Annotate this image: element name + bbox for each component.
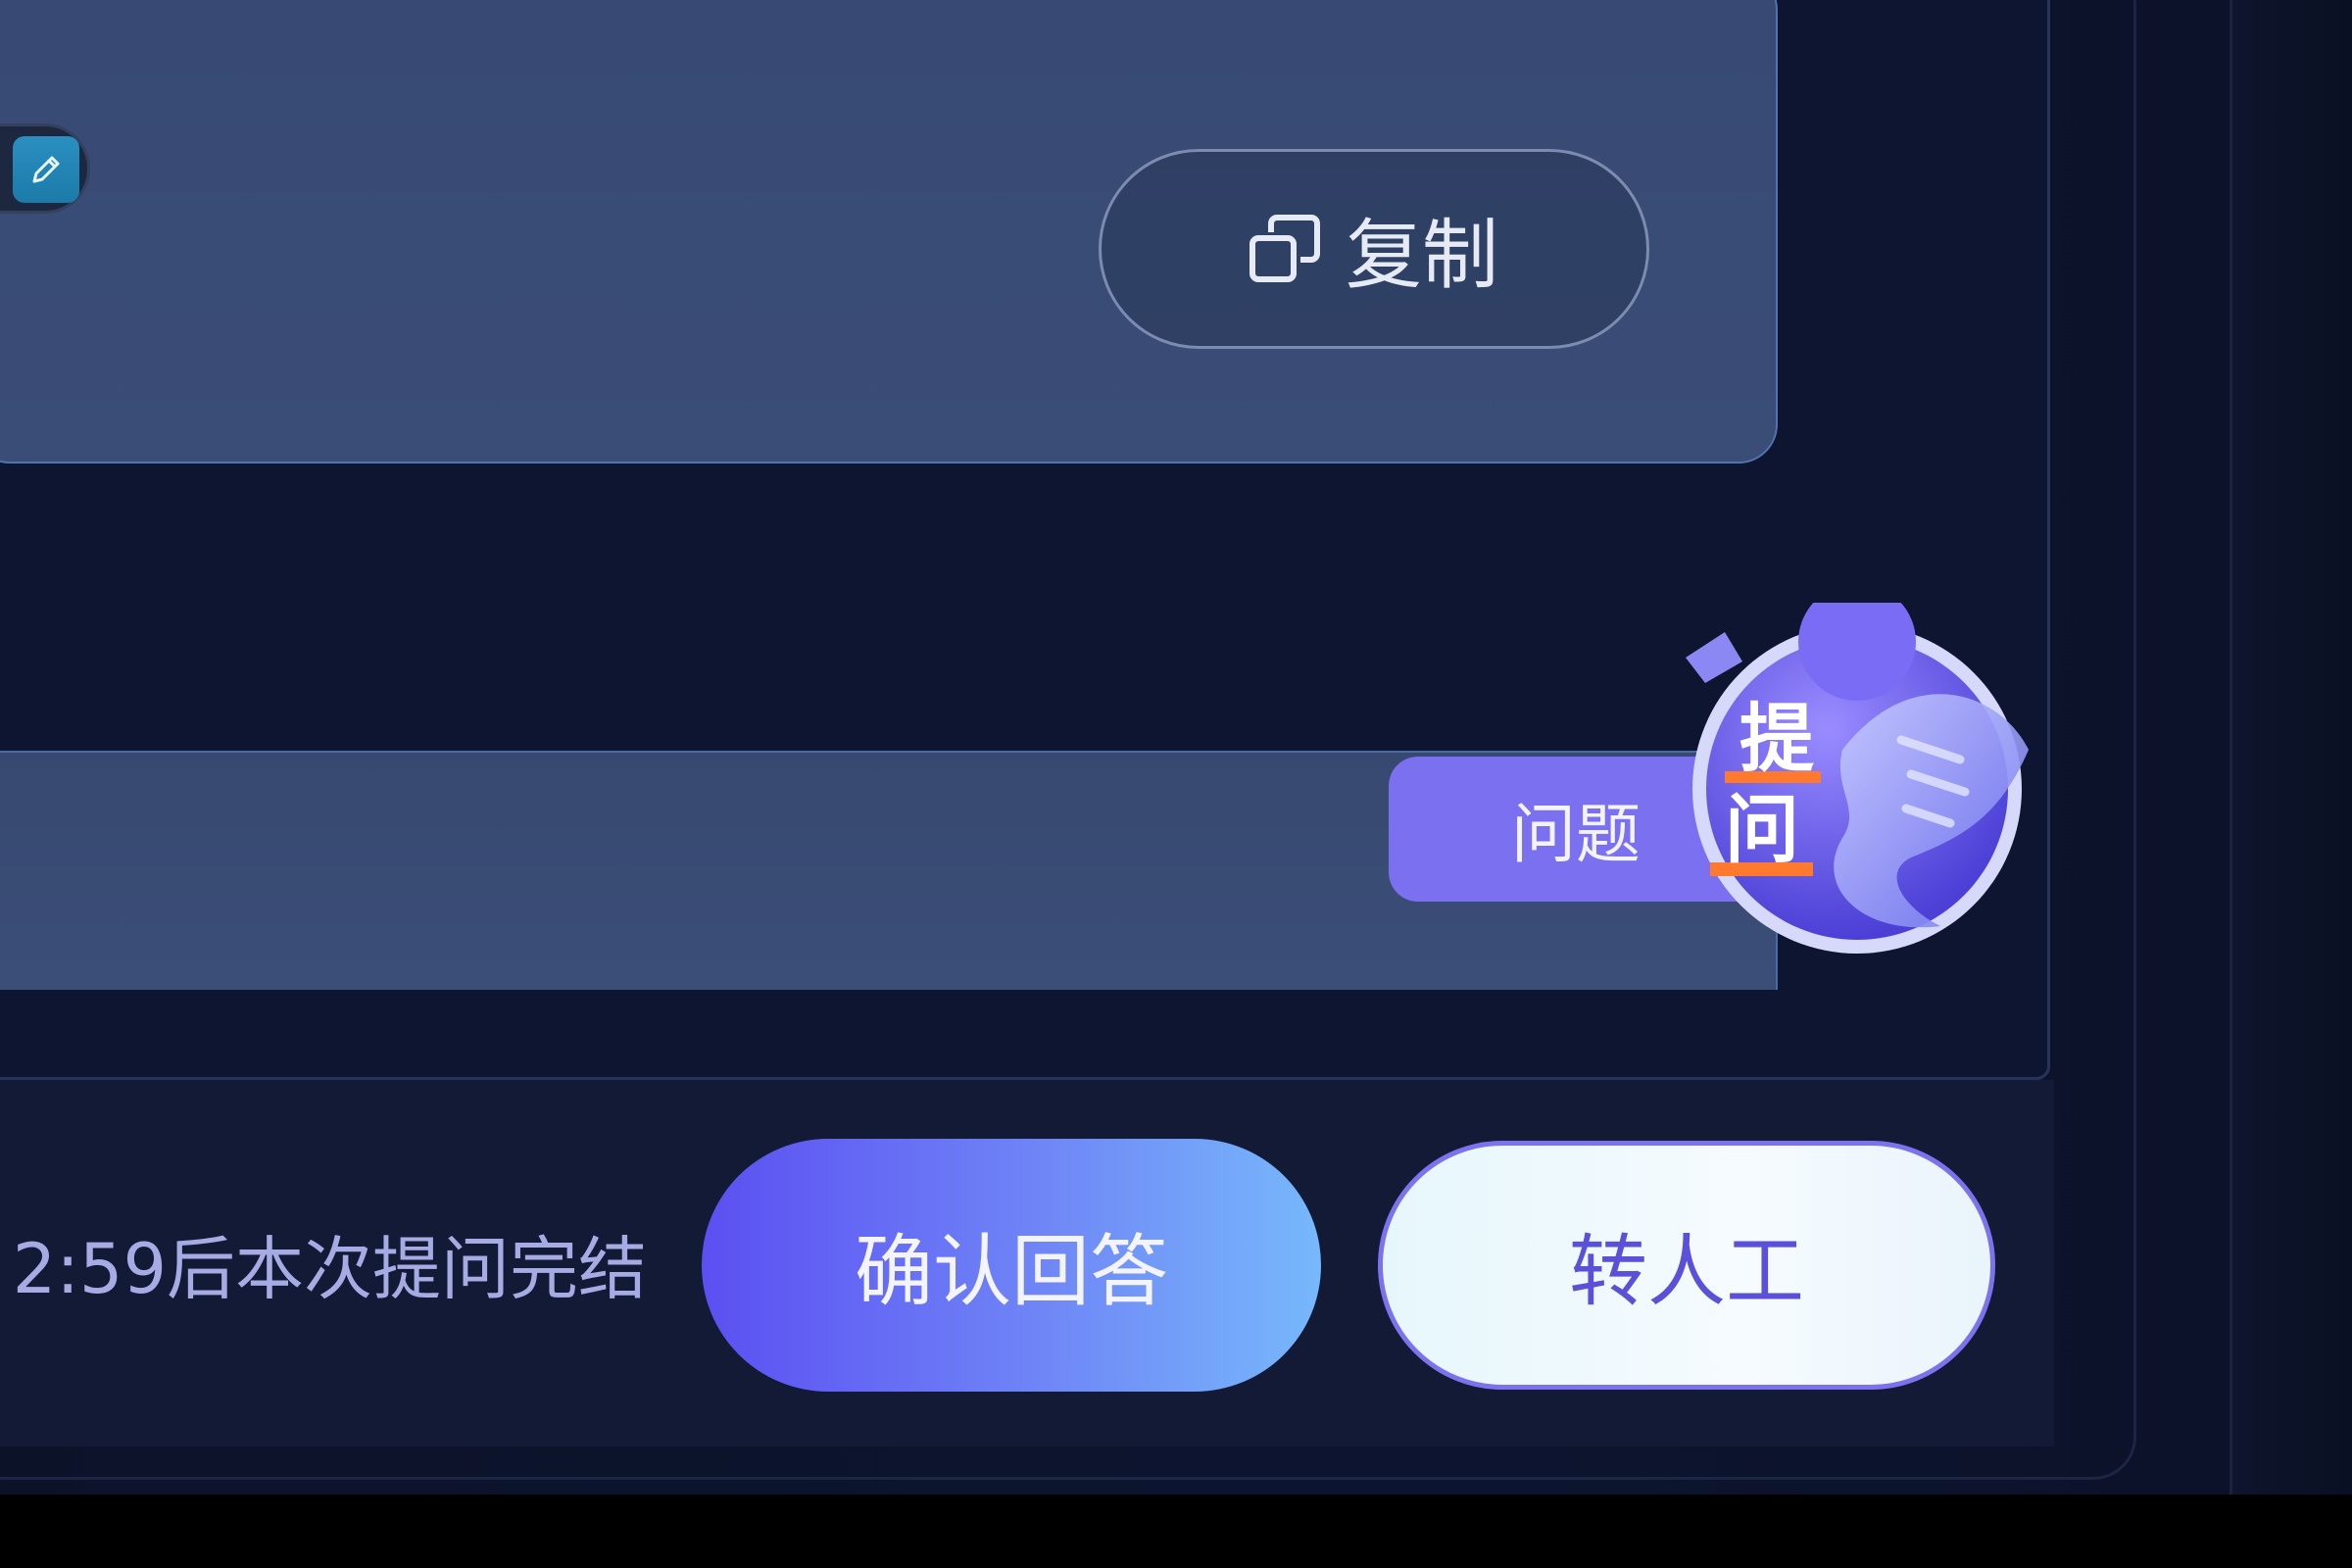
confirm-answer-label: 确认回答 — [855, 1226, 1168, 1317]
transfer-human-button[interactable]: 转人工 — [1378, 1141, 1995, 1390]
transfer-human-label: 转人工 — [1569, 1226, 1804, 1317]
ask-question-badge-icon[interactable]: 提 问 — [1666, 603, 2048, 970]
ask-badge-char-2: 问 — [1725, 786, 1799, 873]
countdown-text: 2:59后本次提问完结 — [12, 1230, 647, 1308]
confirm-answer-button[interactable]: 确认回答 — [702, 1139, 1321, 1392]
edit-badge[interactable] — [0, 123, 90, 214]
copy-button[interactable]: 复制 — [1099, 149, 1649, 349]
chat-screen: 复制 问题 提 问 2:59后本次提问完结 确认回答 转人工 — [0, 0, 2352, 1494]
question-tag-label: 问题 — [1511, 797, 1641, 872]
copy-label: 复制 — [1345, 212, 1498, 300]
pen-icon[interactable] — [13, 136, 79, 203]
copy-icon — [1249, 215, 1320, 282]
ask-badge-char-1: 提 — [1740, 695, 1814, 782]
right-rail — [2230, 0, 2352, 1494]
